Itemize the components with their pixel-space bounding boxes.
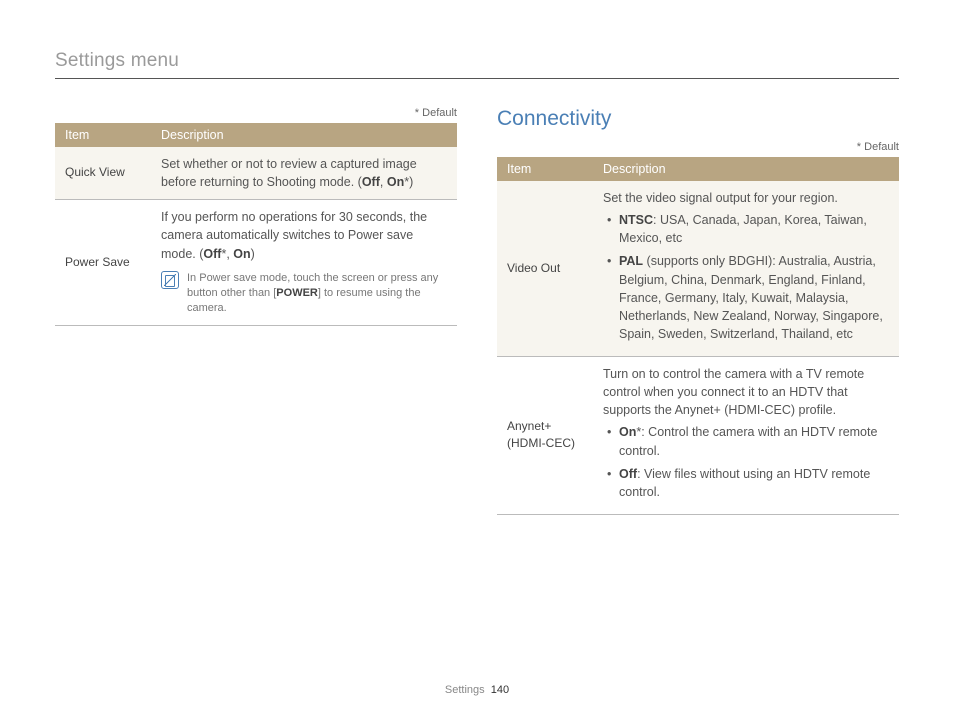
list-item: Off: View files without using an HDTV re…: [607, 465, 889, 501]
table-row: Video Out Set the video signal output fo…: [497, 181, 899, 357]
table-row: Quick View Set whether or not to review …: [55, 147, 457, 200]
option-off: Off: [362, 175, 380, 189]
option-off: Off: [619, 467, 637, 481]
text: If you perform no operations for 30 seco…: [161, 210, 427, 260]
item-quick-view: Quick View: [55, 147, 151, 200]
default-marker-right: * Default: [497, 141, 899, 153]
text: ): [251, 247, 255, 261]
power-button-label: POWER: [276, 287, 318, 299]
text: : View files without using an HDTV remot…: [619, 467, 870, 499]
note-row: In Power save mode, touch the screen or …: [161, 271, 447, 317]
list-item: PAL (supports only BDGHI): Australia, Au…: [607, 252, 889, 343]
page-footer: Settings 140: [0, 684, 954, 696]
table-header-row: Item Description: [497, 157, 899, 181]
note-icon: [161, 271, 179, 289]
list-item: On*: Control the camera with an HDTV rem…: [607, 423, 889, 459]
item-anynet: Anynet+ (HDMI-CEC): [497, 357, 593, 515]
option-ntsc: NTSC: [619, 213, 653, 227]
table-row: Anynet+ (HDMI-CEC) Turn on to control th…: [497, 357, 899, 515]
table-header-row: Item Description: [55, 123, 457, 147]
text: Turn on to control the camera with a TV …: [603, 367, 864, 417]
connectivity-table: Item Description Video Out Set the video…: [497, 157, 899, 515]
options-list: NTSC: USA, Canada, Japan, Korea, Taiwan,…: [603, 211, 889, 343]
footer-page-number: 140: [491, 684, 509, 696]
table-row: Power Save If you perform no operations …: [55, 200, 457, 326]
col-header-item: Item: [497, 157, 593, 181]
option-on: On: [387, 175, 404, 189]
text: Set the video signal output for your reg…: [603, 191, 838, 205]
text: ,: [380, 175, 387, 189]
options-list: On*: Control the camera with an HDTV rem…: [603, 423, 889, 501]
option-on: On: [619, 425, 636, 439]
left-column: * Default Item Description Quick View Se…: [55, 107, 457, 515]
desc-video-out: Set the video signal output for your reg…: [593, 181, 899, 357]
col-header-description: Description: [151, 123, 457, 147]
col-header-description: Description: [593, 157, 899, 181]
option-off: Off: [203, 247, 221, 261]
footer-section: Settings: [445, 684, 485, 696]
title-rule: [55, 78, 899, 79]
item-power-save: Power Save: [55, 200, 151, 326]
display-settings-table: Item Description Quick View Set whether …: [55, 123, 457, 326]
item-video-out: Video Out: [497, 181, 593, 357]
desc-anynet: Turn on to control the camera with a TV …: [593, 357, 899, 515]
option-on: On: [233, 247, 250, 261]
text: : Control the camera with an HDTV remote…: [619, 425, 877, 457]
default-marker-left: * Default: [55, 107, 457, 119]
content-columns: * Default Item Description Quick View Se…: [55, 107, 899, 515]
desc-power-save: If you perform no operations for 30 seco…: [151, 200, 457, 326]
text: : USA, Canada, Japan, Korea, Taiwan, Mex…: [619, 213, 867, 245]
page-title: Settings menu: [55, 50, 899, 72]
list-item: NTSC: USA, Canada, Japan, Korea, Taiwan,…: [607, 211, 889, 247]
text: ): [409, 175, 413, 189]
option-pal: PAL: [619, 254, 643, 268]
col-header-item: Item: [55, 123, 151, 147]
desc-quick-view: Set whether or not to review a captured …: [151, 147, 457, 200]
section-heading-connectivity: Connectivity: [497, 107, 899, 131]
text: (supports only BDGHI): [643, 254, 772, 268]
right-column: Connectivity * Default Item Description …: [497, 107, 899, 515]
note-text: In Power save mode, touch the screen or …: [187, 271, 447, 317]
